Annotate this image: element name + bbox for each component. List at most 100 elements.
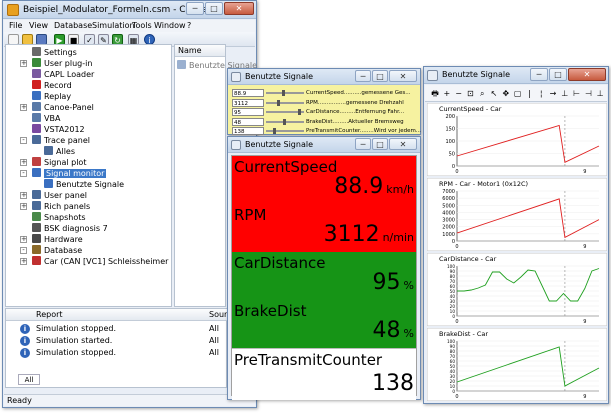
- signal-list-maximize-button[interactable]: □: [372, 70, 388, 82]
- main-maximize-button[interactable]: □: [205, 2, 223, 15]
- tree-item-canoe-panel[interactable]: Canoe-Panel: [32, 102, 94, 113]
- tree-expander[interactable]: +: [20, 258, 27, 265]
- report-row-text[interactable]: Simulation stopped.: [36, 323, 116, 335]
- menu-tools[interactable]: Tools: [132, 21, 152, 30]
- align-left-icon[interactable]: ⊢: [571, 88, 583, 100]
- tree-item-alles[interactable]: Alles: [44, 146, 75, 157]
- signal-slider[interactable]: [266, 128, 304, 134]
- signal-slider-thumb[interactable]: [297, 109, 301, 115]
- tree-expander[interactable]: -: [20, 247, 27, 254]
- diagnosis-icon: [32, 223, 41, 232]
- signal-value-field[interactable]: 3112: [232, 98, 264, 107]
- signal-list-close-button[interactable]: ✕: [389, 70, 417, 82]
- signal-slider[interactable]: [266, 90, 304, 96]
- tree-item-snapshots[interactable]: Snapshots: [32, 212, 86, 223]
- tree-item-rich-panels[interactable]: Rich panels: [32, 201, 90, 212]
- signal-monitor-close-button[interactable]: ✕: [389, 138, 417, 150]
- signal-value-field[interactable]: 95: [232, 108, 264, 116]
- source-column-header[interactable]: Source: [206, 309, 236, 321]
- marker2-icon[interactable]: ¦: [535, 88, 547, 100]
- tree-expander[interactable]: +: [20, 60, 27, 67]
- tree-item-benutzte-signale[interactable]: Benutzte Signale: [44, 179, 124, 190]
- signal-monitor-minimize-button[interactable]: ─: [355, 138, 371, 150]
- report-column-header[interactable]: Report: [6, 309, 206, 321]
- signal-slider-thumb[interactable]: [282, 118, 286, 125]
- measure-icon[interactable]: ⊥: [559, 88, 571, 100]
- report-tab-all[interactable]: All: [18, 374, 40, 385]
- tree-item-car-can-vc1-schleissheimer-virtual-c[interactable]: Car (CAN [VC1] Schleissheimer - Virtual …: [32, 256, 171, 267]
- menu-database[interactable]: Database: [54, 21, 92, 30]
- tree-item-database[interactable]: Database: [32, 245, 82, 256]
- signal-slider[interactable]: [266, 99, 304, 106]
- signal-slider-thumb[interactable]: [276, 99, 280, 106]
- menu-window[interactable]: Window: [154, 21, 186, 30]
- signal-plot-maximize-button[interactable]: □: [549, 68, 567, 81]
- tree-item-vsta2012[interactable]: VSTA2012: [32, 124, 85, 135]
- menu-help[interactable]: ?: [187, 21, 191, 30]
- menu-file[interactable]: File: [9, 21, 22, 30]
- tree-item-capl-loader[interactable]: CAPL Loader: [32, 69, 94, 80]
- tree-item-signal-monitor[interactable]: Signal monitor: [32, 168, 107, 179]
- align-right-icon[interactable]: ⊣: [582, 88, 594, 100]
- tree-expander[interactable]: +: [20, 104, 27, 111]
- signal-slider[interactable]: [266, 118, 304, 125]
- signal-slider-thumb[interactable]: [273, 128, 276, 134]
- signal-list-minimize-button[interactable]: ─: [355, 70, 371, 82]
- signal-monitor-titlebar[interactable]: Benutzte Signale ─ □ ✕: [228, 137, 420, 153]
- plot-area: CurrentSpeed - Car 0 50 100 150 200 0 9 RPM - Ca…: [424, 103, 608, 401]
- tree-item-settings[interactable]: Settings: [32, 47, 77, 58]
- tree-item-record[interactable]: Record: [32, 80, 72, 91]
- tree-item-user-plug-in[interactable]: User plug-in: [32, 58, 92, 69]
- align-both-icon[interactable]: ⊥: [594, 88, 606, 100]
- report-row-text[interactable]: Simulation stopped.: [36, 347, 116, 359]
- main-minimize-button[interactable]: ─: [186, 2, 204, 15]
- signal-list-titlebar[interactable]: Benutzte Signale ─ □ ✕: [228, 69, 420, 85]
- print-icon[interactable]: 🖶: [429, 88, 441, 100]
- tree-item-label: VSTA2012: [44, 125, 85, 134]
- tree-item-signal-plot[interactable]: Signal plot: [32, 157, 86, 168]
- signal-plot-close-button[interactable]: ✕: [568, 68, 606, 81]
- tree-expander[interactable]: +: [20, 159, 27, 166]
- select-icon[interactable]: ▢: [512, 88, 524, 100]
- signal-name: CurrentSpeed..........gemessene Ges...: [306, 90, 411, 96]
- main-close-button[interactable]: ✕: [224, 2, 254, 15]
- signal-plot-minimize-button[interactable]: ─: [530, 68, 548, 81]
- signal-slider[interactable]: [266, 109, 304, 115]
- signal-slider-thumb[interactable]: [281, 90, 285, 96]
- signal-monitor-maximize-button[interactable]: □: [372, 138, 388, 150]
- plot-ytick-label: 100: [445, 139, 455, 145]
- zoom-out-icon[interactable]: −: [453, 88, 465, 100]
- zoom-fit-icon[interactable]: ⊡: [464, 88, 476, 100]
- signal-value-field[interactable]: 88.9: [232, 89, 264, 97]
- marker-icon[interactable]: |: [523, 88, 535, 100]
- magnify-icon[interactable]: ⌕: [476, 88, 488, 100]
- signal-value-field[interactable]: 48: [232, 117, 264, 126]
- arrow-right-icon[interactable]: →: [547, 88, 559, 100]
- tree-item-user-panel[interactable]: User panel: [32, 190, 87, 201]
- tree-item-bsk-diagnosis-7[interactable]: BSK diagnosis 7: [32, 223, 108, 234]
- tree-item-replay[interactable]: Replay: [32, 91, 71, 102]
- signal-plot-2[interactable]: CarDistance - Car01020304050607080901000…: [427, 253, 607, 326]
- tree-expander[interactable]: +: [20, 192, 27, 199]
- tree-expander[interactable]: +: [20, 236, 27, 243]
- signal-plot-0[interactable]: CurrentSpeed - Car0501001502000 9: [427, 103, 607, 176]
- signal-plot-titlebar[interactable]: Benutzte Signale ─ □ ✕: [424, 67, 608, 84]
- zoom-in-icon[interactable]: +: [441, 88, 453, 100]
- name-column-header[interactable]: Name: [175, 45, 225, 57]
- menu-simulation[interactable]: Simulation: [92, 21, 135, 30]
- monitor-signal-brakedist: BrakeDist 48%: [232, 300, 416, 348]
- tree-expander[interactable]: -: [20, 170, 27, 177]
- tree-expander[interactable]: +: [20, 203, 27, 210]
- menu-view[interactable]: View: [29, 21, 48, 30]
- cursor-icon[interactable]: ↖: [488, 88, 500, 100]
- tree-item-hardware[interactable]: Hardware: [32, 234, 83, 245]
- move-icon[interactable]: ✥: [500, 88, 512, 100]
- tree-item-vba[interactable]: VBA: [32, 113, 60, 124]
- tree-item-label: Canoe-Panel: [44, 103, 94, 112]
- signal-value-field[interactable]: 138: [232, 127, 264, 135]
- signal-plot-3[interactable]: BrakeDist - Car01020304050607080901000 9: [427, 328, 607, 401]
- signal-plot-1[interactable]: RPM - Car - Motor1 (0x12C) 0100020003000 4…: [427, 178, 607, 251]
- tree-item-trace-panel[interactable]: Trace panel: [32, 135, 90, 146]
- report-row-text[interactable]: Simulation started.: [36, 335, 112, 347]
- tree-expander[interactable]: -: [20, 137, 27, 144]
